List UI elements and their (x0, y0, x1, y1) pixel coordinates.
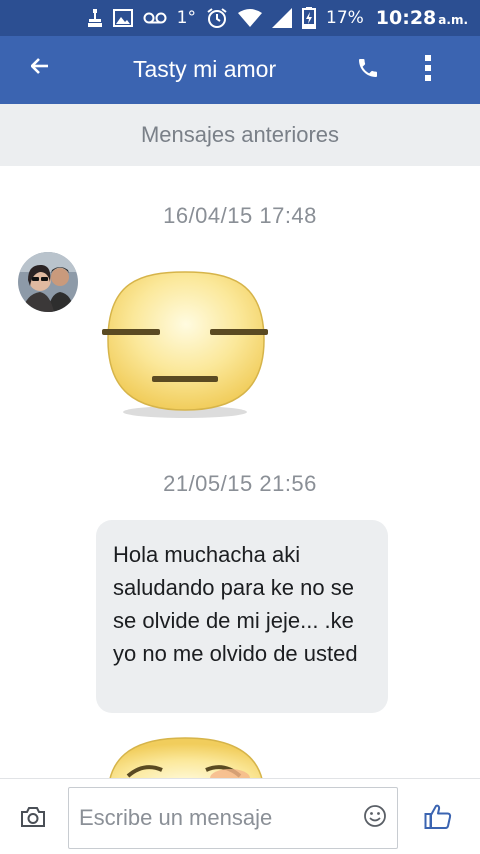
back-arrow-icon (30, 57, 49, 79)
phone-icon (356, 56, 380, 85)
blushing-face-sticker[interactable] (100, 736, 270, 780)
clock-ampm: a.m. (438, 13, 468, 27)
camera-button[interactable] (14, 801, 52, 837)
message-composer (0, 778, 480, 854)
battery-percent: 17% (326, 8, 364, 28)
voicemail-icon (143, 0, 167, 36)
clock-time: 10:28 (375, 7, 437, 29)
wifi-icon (238, 0, 262, 36)
signal-icon (272, 0, 292, 36)
avatar[interactable] (18, 252, 78, 312)
more-vert-icon (424, 54, 432, 86)
temperature-text: 1° (176, 8, 196, 28)
image-icon (112, 0, 133, 36)
emoji-icon (363, 804, 387, 833)
message-input-box[interactable] (68, 787, 398, 849)
emoji-button[interactable] (361, 804, 389, 832)
battery-charging-icon (302, 0, 316, 36)
usb-debug-icon (87, 0, 103, 36)
like-button[interactable] (418, 799, 458, 839)
message-timestamp: 21/05/15 21:56 (163, 471, 317, 496)
conversation-title: Tasty mi amor (133, 56, 277, 82)
load-older-messages[interactable]: Mensajes anteriores (0, 104, 480, 166)
message-bubble[interactable]: Hola muchacha aki saludando para ke no s… (96, 520, 388, 713)
alarm-icon (206, 0, 228, 36)
more-options-button[interactable] (408, 50, 448, 90)
expressionless-face-sticker[interactable] (100, 270, 270, 420)
status-bar: 1° 17% 10:28 a.m. (0, 0, 480, 36)
camera-icon (20, 806, 46, 833)
thumbs-up-icon (424, 804, 452, 835)
back-button[interactable] (20, 48, 60, 88)
message-timestamp: 16/04/15 17:48 (163, 203, 317, 228)
app-bar: Tasty mi amor (0, 36, 480, 104)
call-button[interactable] (348, 50, 388, 90)
message-input[interactable] (79, 802, 349, 834)
